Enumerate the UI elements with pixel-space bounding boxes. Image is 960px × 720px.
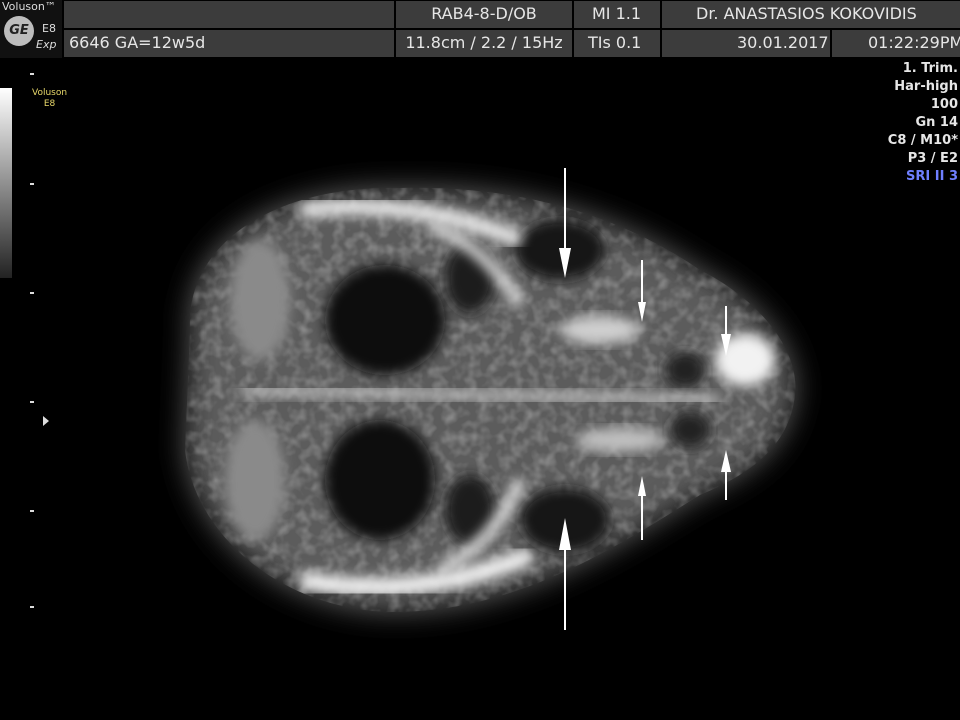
doctor-label: Dr. ANASTASIOS KOKOVIDIS — [662, 1, 960, 28]
patient-info: 6646 GA=12w5d — [64, 30, 394, 57]
tis-label: TIs 0.1 — [574, 30, 660, 57]
ultrasound-image — [185, 168, 796, 630]
brand-label: Voluson™ — [2, 0, 56, 13]
probe-label: RAB4-8-D/OB — [396, 1, 572, 28]
date-label: 30.01.2017 — [662, 30, 830, 57]
time-label: 01:22:29PM — [832, 30, 960, 57]
model-label: E8 — [42, 22, 56, 35]
ge-logo-icon: GE — [4, 16, 34, 46]
mi-label: MI 1.1 — [574, 1, 660, 28]
logo-box: Voluson™ GE E8 Exp — [0, 0, 62, 58]
header-bar: Voluson™ GE E8 Exp RAB4-8-D/OB MI 1.1 Dr… — [0, 0, 960, 58]
depth-freq-label: 11.8cm / 2.2 / 15Hz — [396, 30, 572, 57]
header-blank-cell — [64, 1, 394, 28]
edition-label: Exp — [36, 38, 57, 51]
fetal-head — [185, 187, 796, 613]
